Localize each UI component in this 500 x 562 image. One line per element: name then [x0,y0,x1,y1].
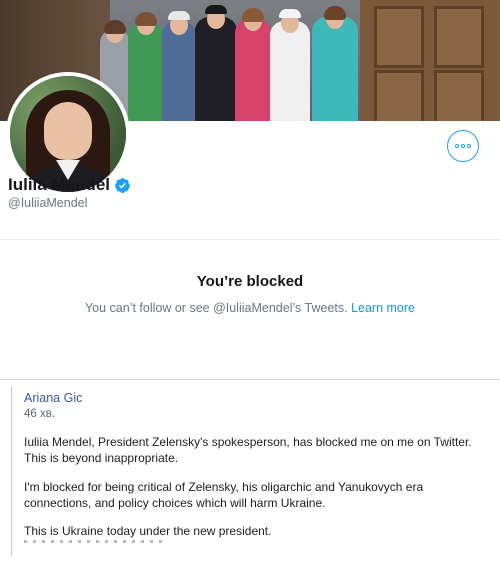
more-icon [455,144,471,148]
blocked-message: You can’t follow or see @IuliiaMendel’s … [0,301,500,315]
verified-badge-icon [115,177,130,193]
facebook-post: Ariana Gic 46 хв. Iuliia Mendel, Preside… [0,379,500,562]
post-paragraph-3: This is Ukraine today under the new pres… [24,524,272,538]
blocked-message-text: You can’t follow or see @IuliiaMendel’s … [84,301,348,315]
quote-rule [11,386,12,556]
profile-display-name: Iuliia Mendel [8,175,131,195]
blocked-heading: You’re blocked [196,273,304,290]
post-timestamp[interactable]: 46 хв. [24,408,55,420]
section-divider [0,239,500,240]
twitter-profile-card: Iuliia Mendel @IuliiaMendel You’re block… [0,0,500,379]
display-name-text: Iuliia Mendel [8,175,111,194]
cropped-text-fragment [24,540,164,543]
post-paragraph-2: I'm blocked for being critical of Zelens… [24,480,424,510]
more-options-button[interactable] [447,130,479,162]
post-author-link[interactable]: Ariana Gic [24,391,82,405]
learn-more-link[interactable]: Learn more [351,301,415,315]
post-paragraph-1: Iuliia Mendel, President Zelensky's spok… [24,435,472,465]
profile-handle: @IuliiaMendel [8,196,88,210]
